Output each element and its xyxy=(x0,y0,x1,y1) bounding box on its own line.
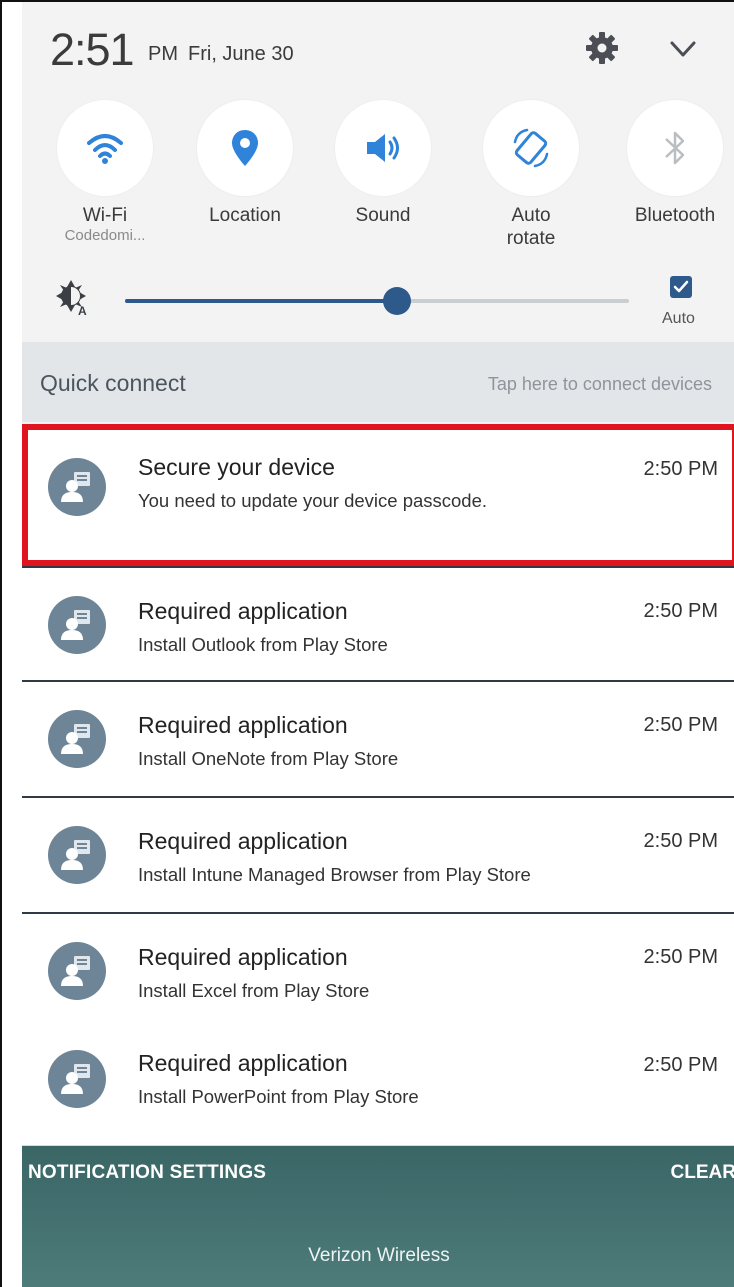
managed-user-icon xyxy=(61,724,90,754)
toggle-wifi-label: Wi-Fi xyxy=(82,205,128,226)
toggle-location-circle[interactable] xyxy=(197,100,293,196)
status-header: 2:51 PM Fri, June 30 xyxy=(22,2,734,102)
company-portal-app-icon xyxy=(48,942,106,1000)
auto-rotate-icon xyxy=(513,128,549,168)
notification-text: Install OneNote from Play Store xyxy=(138,748,399,769)
notification-time: 2:50 PM xyxy=(643,946,718,968)
notification-time: 2:50 PM xyxy=(643,600,718,622)
quick-connect-bar[interactable]: Quick connect Tap here to connect device… xyxy=(22,342,734,422)
managed-user-icon xyxy=(61,840,90,870)
carrier-label: Verizon Wireless xyxy=(308,1245,450,1266)
notification-shade: 2:51 PM Fri, June 30 Wi-Fi Codedomi... L… xyxy=(22,2,734,1287)
toggle-wifi-network: Codedomi... xyxy=(64,227,146,244)
toggle-wifi-circle[interactable] xyxy=(57,100,153,196)
notification-title: Required application xyxy=(138,598,348,624)
toggle-location-label: Location xyxy=(209,205,281,226)
notification-text: You need to update your device passcode. xyxy=(138,490,488,511)
notification-item[interactable]: Required application 2:50 PM Install Exc… xyxy=(22,912,734,1028)
notification-time: 2:50 PM xyxy=(643,1054,718,1076)
notification-title: Required application xyxy=(138,712,348,738)
chevron-down-icon[interactable] xyxy=(666,34,700,64)
notification-text: Install PowerPoint from Play Store xyxy=(138,1086,419,1107)
company-portal-app-icon xyxy=(48,458,106,516)
clock-ampm: PM xyxy=(148,43,178,65)
brightness-slider[interactable] xyxy=(125,287,629,315)
toggle-bluetooth-circle[interactable] xyxy=(627,100,723,196)
notification-item[interactable]: Required application 2:50 PM Install Pow… xyxy=(22,1028,734,1146)
location-pin-icon xyxy=(232,130,258,166)
notification-text: Install Intune Managed Browser from Play… xyxy=(138,864,531,885)
notification-item[interactable]: Required application 2:50 PM Install One… xyxy=(22,680,734,796)
brightness-row: A Auto xyxy=(22,266,734,336)
notification-time: 2:50 PM xyxy=(643,458,718,480)
notification-settings-button[interactable]: NOTIFICATION SETTINGS xyxy=(28,1162,266,1184)
notification-item[interactable]: Required application 2:50 PM Install Out… xyxy=(22,566,734,682)
date-label: Fri, June 30 xyxy=(188,43,294,65)
managed-user-icon xyxy=(61,1064,90,1094)
quick-connect-hint: Tap here to connect devices xyxy=(487,374,712,394)
svg-text:A: A xyxy=(78,304,87,316)
quick-settings-toggles: Wi-Fi Codedomi... Location Sound Auto ro… xyxy=(22,100,734,260)
notification-item[interactable]: Required application 2:50 PM Install Int… xyxy=(22,796,734,912)
toggle-sound[interactable]: Sound xyxy=(318,100,448,227)
notification-title: Required application xyxy=(138,1050,348,1076)
company-portal-app-icon xyxy=(48,1050,106,1108)
gear-icon[interactable] xyxy=(584,30,620,66)
notification-text: Install Excel from Play Store xyxy=(138,980,370,1001)
managed-user-icon xyxy=(61,956,90,986)
company-portal-app-icon xyxy=(48,710,106,768)
bluetooth-icon xyxy=(665,131,685,165)
quick-connect-title: Quick connect xyxy=(40,370,186,396)
checkmark-icon xyxy=(673,280,689,293)
speaker-icon xyxy=(367,134,399,162)
toggle-auto-rotate-label-line1: Auto xyxy=(511,205,551,226)
notification-title: Secure your device xyxy=(138,454,335,480)
notification-title: Required application xyxy=(138,944,348,970)
notification-text: Install Outlook from Play Store xyxy=(138,634,388,655)
managed-user-icon xyxy=(61,472,90,502)
managed-user-icon xyxy=(61,610,90,640)
brightness-auto-icon: A xyxy=(56,280,87,316)
toggle-wifi[interactable]: Wi-Fi Codedomi... xyxy=(40,100,170,245)
bottom-bar: NOTIFICATION SETTINGS CLEAR Verizon Wire… xyxy=(22,1146,734,1287)
auto-brightness-checkbox[interactable] xyxy=(670,276,692,298)
notification-item[interactable]: Secure your device 2:50 PM You need to u… xyxy=(22,424,734,566)
clock-time: 2:51 xyxy=(50,24,135,75)
screenshot-frame: 2:51 PM Fri, June 30 Wi-Fi Codedomi... L… xyxy=(0,0,734,1287)
toggle-auto-rotate-label: Auto rotate xyxy=(466,204,596,250)
brightness-slider-fill xyxy=(125,299,398,303)
toggle-location[interactable]: Location xyxy=(180,100,310,227)
toggle-sound-circle[interactable] xyxy=(335,100,431,196)
toggle-auto-rotate[interactable]: Auto rotate xyxy=(466,100,596,250)
company-portal-app-icon xyxy=(48,826,106,884)
auto-brightness-label: Auto xyxy=(662,310,695,327)
wifi-icon xyxy=(87,134,123,164)
toggle-bluetooth[interactable]: Bluetooth xyxy=(610,100,734,227)
notification-time: 2:50 PM xyxy=(643,830,718,852)
toggle-auto-rotate-label-line2: rotate xyxy=(506,228,556,249)
notification-title: Required application xyxy=(138,828,348,854)
brightness-slider-thumb[interactable] xyxy=(383,287,412,315)
company-portal-app-icon xyxy=(48,596,106,654)
toggle-sound-label: Sound xyxy=(355,205,411,226)
toggle-auto-rotate-circle[interactable] xyxy=(483,100,579,196)
toggle-bluetooth-label: Bluetooth xyxy=(634,205,716,226)
notification-time: 2:50 PM xyxy=(643,714,718,736)
clear-button[interactable]: CLEAR xyxy=(671,1162,734,1184)
